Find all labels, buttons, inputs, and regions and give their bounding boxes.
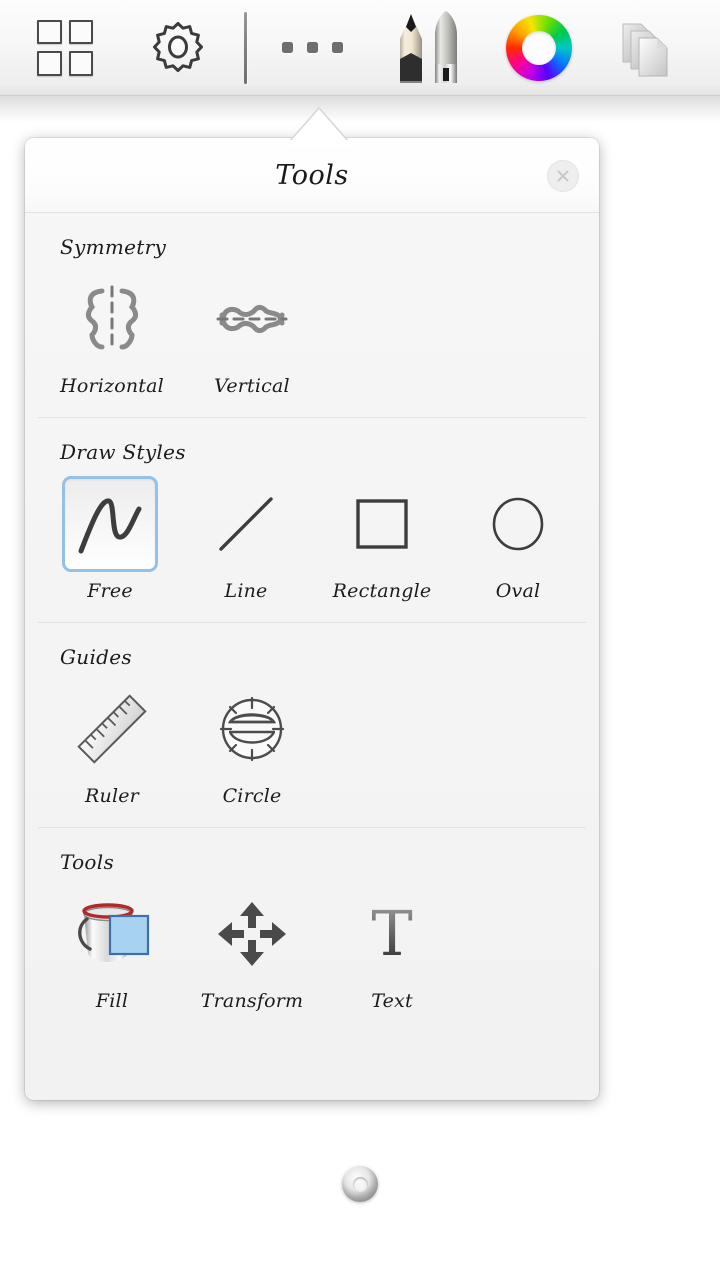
close-icon (554, 167, 572, 185)
rectangle-icon (347, 491, 417, 557)
tool-item-text[interactable]: T Text (322, 880, 462, 1013)
tool-label-horizontal: Horizontal (60, 375, 164, 397)
tool-item-circle[interactable]: Circle (182, 675, 322, 807)
free-draw-icon (75, 491, 145, 557)
tool-label-oval: Oval (495, 580, 541, 602)
tool-item-oval[interactable]: Oval (450, 470, 586, 602)
circle-guide-icon-wrap (204, 681, 300, 777)
line-icon (211, 491, 281, 557)
color-button[interactable] (494, 0, 584, 95)
text-t-icon: T (371, 897, 413, 970)
tool-item-free[interactable]: Free (42, 470, 178, 602)
section-draw-styles: Draw Styles Free Line Rectangle Oval (38, 417, 586, 622)
tool-label-transform: Transform (200, 990, 304, 1012)
symmetry-horizontal-icon-wrap (64, 271, 160, 367)
section-guides: Guides Ruler Circle (38, 622, 586, 827)
rectangle-icon-wrap (334, 476, 430, 572)
tool-label-ruler: Ruler (85, 785, 139, 807)
tool-item-fill[interactable]: Fill (42, 880, 182, 1012)
paint-bucket-icon (70, 897, 154, 971)
text-t-icon-wrap: T (344, 886, 440, 982)
canvas-top-shadow (0, 96, 720, 122)
tool-label-line: Line (224, 580, 268, 602)
more-button[interactable] (267, 0, 357, 95)
tool-item-rectangle[interactable]: Rectangle (314, 470, 450, 602)
tool-label-circle: Circle (222, 785, 282, 807)
oval-icon-wrap (470, 476, 566, 572)
line-icon-wrap (198, 476, 294, 572)
ruler-icon-wrap (64, 681, 160, 777)
tool-item-transform[interactable]: Transform (182, 880, 322, 1012)
popup-body: Symmetry Horizontal Vertical Draw Styles… (25, 213, 599, 1100)
popup-header: Tools (25, 138, 599, 213)
paint-bucket-icon-wrap (64, 886, 160, 982)
oval-icon (483, 491, 553, 557)
section-symmetry: Symmetry Horizontal Vertical (38, 213, 586, 417)
draw-style-items: Free Line Rectangle Oval (38, 470, 586, 622)
section-label-guides: Guides (60, 645, 132, 669)
layers-icon (615, 14, 687, 82)
symmetry-items: Horizontal Vertical (38, 265, 586, 417)
tool-items: Fill Transform T Text (38, 880, 586, 1032)
page-title: Tools (275, 160, 349, 191)
section-label-symmetry: Symmetry (60, 235, 167, 259)
tool-item-line[interactable]: Line (178, 470, 314, 602)
circle-guide-icon (212, 691, 292, 767)
tool-item-horizontal[interactable]: Horizontal (42, 265, 182, 397)
gallery-button[interactable] (20, 0, 110, 95)
free-draw-icon-wrap (62, 476, 158, 572)
symmetry-horizontal-icon (70, 281, 154, 357)
home-button[interactable] (342, 1166, 378, 1202)
tool-label-rectangle: Rectangle (332, 580, 432, 602)
drawing-app-screen: Tools Symmetry Horizontal Vertical Draw … (0, 0, 720, 1280)
brushes-button[interactable] (385, 0, 475, 95)
gear-icon (149, 19, 207, 77)
tool-item-vertical[interactable]: Vertical (182, 265, 322, 397)
tool-item-ruler[interactable]: Ruler (42, 675, 182, 807)
section-tools: Tools Fill Transform T Text (38, 827, 586, 1032)
move-arrows-icon-wrap (204, 886, 300, 982)
settings-button[interactable] (133, 0, 223, 95)
tools-popup: Tools Symmetry Horizontal Vertical Draw … (25, 138, 599, 1100)
close-button[interactable] (547, 160, 579, 192)
tool-label-fill: Fill (95, 990, 129, 1012)
section-label-draw-styles: Draw Styles (60, 440, 186, 464)
ruler-icon (72, 691, 152, 767)
pencil-brush-icon (387, 9, 473, 87)
symmetry-vertical-icon-wrap (204, 271, 300, 367)
tool-label-free: Free (87, 580, 133, 602)
toolbar-separator (244, 12, 247, 84)
top-toolbar (0, 0, 720, 96)
tool-label-text: Text (371, 990, 413, 1012)
color-wheel-icon (506, 14, 572, 81)
symmetry-vertical-icon (210, 281, 294, 357)
guide-items: Ruler Circle (38, 675, 586, 827)
layers-button[interactable] (606, 0, 696, 95)
tool-label-vertical: Vertical (214, 375, 290, 397)
section-label-tools: Tools (60, 850, 115, 874)
popup-arrow (287, 104, 351, 146)
ellipsis-icon (281, 42, 343, 53)
move-arrows-icon (214, 898, 290, 970)
grid-icon (37, 19, 93, 76)
